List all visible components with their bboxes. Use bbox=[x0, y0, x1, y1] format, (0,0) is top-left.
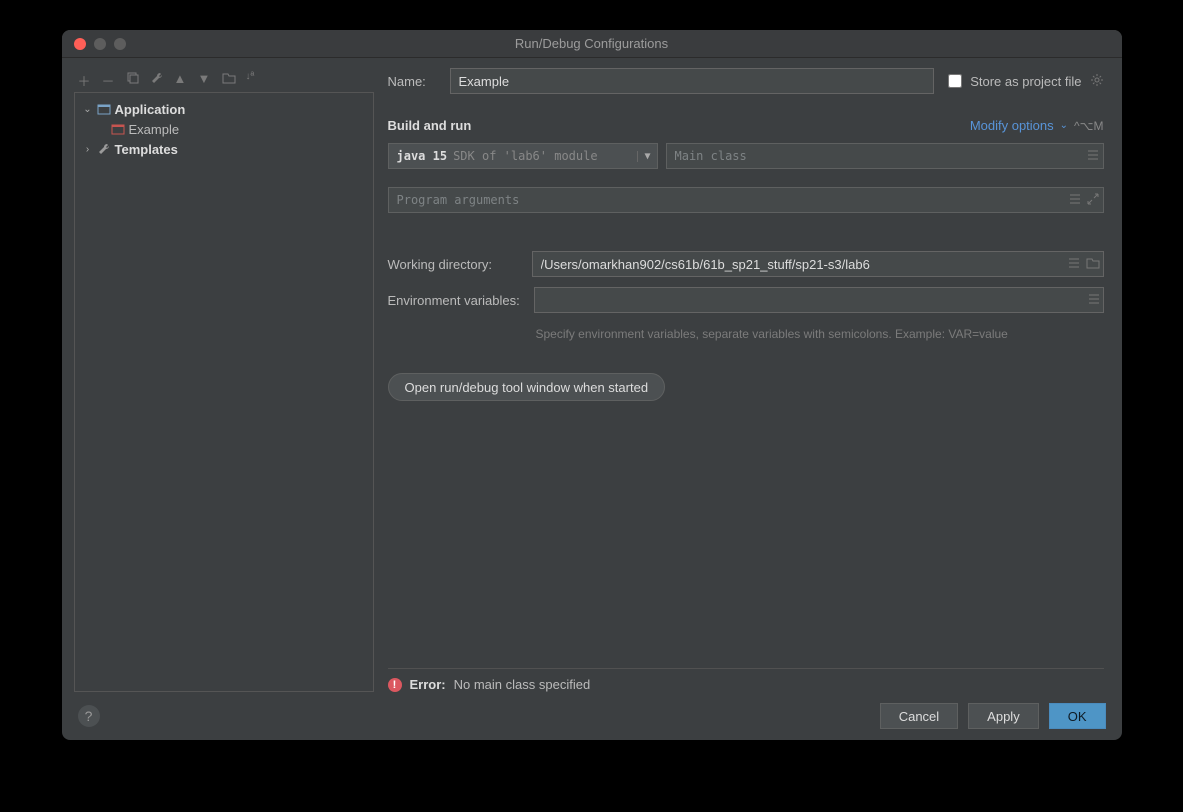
chevron-down-icon: ⌄ bbox=[1060, 120, 1068, 131]
list-icon[interactable] bbox=[1069, 193, 1081, 208]
sidebar-toolbar: ＋ － ▲ ▼ ↓ª bbox=[74, 68, 374, 92]
tree-node-application[interactable]: ⌄ Application bbox=[79, 99, 369, 119]
jdk-module: SDK of 'lab6' module bbox=[453, 149, 598, 163]
error-row: ! Error: No main class specified bbox=[388, 668, 1104, 692]
section-title: Build and run bbox=[388, 118, 472, 133]
gear-icon[interactable] bbox=[1090, 73, 1104, 90]
application-icon bbox=[97, 102, 111, 116]
store-checkbox[interactable]: Store as project file bbox=[948, 74, 1081, 89]
sidebar: ＋ － ▲ ▼ ↓ª ⌄ bbox=[74, 68, 374, 692]
add-icon[interactable]: ＋ bbox=[78, 71, 92, 85]
copy-icon[interactable] bbox=[126, 71, 140, 85]
jdk-name: java 15 bbox=[397, 149, 448, 163]
working-dir-input[interactable] bbox=[532, 251, 1104, 277]
modify-label: Modify options bbox=[970, 118, 1054, 133]
open-tool-window-pill[interactable]: Open run/debug tool window when started bbox=[388, 373, 666, 401]
pill-label: Open run/debug tool window when started bbox=[405, 380, 649, 395]
error-prefix: Error: bbox=[410, 677, 446, 692]
working-dir-label: Working directory: bbox=[388, 257, 518, 272]
config-tree[interactable]: ⌄ Application Example › bbox=[74, 92, 374, 692]
build-run-header: Build and run Modify options ⌄ ^⌥M bbox=[388, 118, 1104, 133]
expand-icon[interactable] bbox=[1087, 193, 1099, 208]
dropdown-icon[interactable]: ▼ bbox=[637, 151, 650, 162]
tree-label: Application bbox=[115, 102, 245, 117]
name-label: Name: bbox=[388, 74, 436, 89]
titlebar: Run/Debug Configurations bbox=[62, 30, 1122, 58]
main-panel: Name: Store as project file Build and ru… bbox=[388, 68, 1110, 692]
env-input[interactable] bbox=[534, 287, 1104, 313]
apply-button[interactable]: Apply bbox=[968, 703, 1039, 729]
program-args-placeholder: Program arguments bbox=[397, 193, 520, 207]
tree-label: Templates bbox=[115, 142, 245, 157]
store-wrapper: Store as project file bbox=[948, 73, 1103, 90]
main-class-input[interactable]: Main class bbox=[666, 143, 1104, 169]
window-title: Run/Debug Configurations bbox=[62, 36, 1122, 51]
footer: ? Cancel Apply OK bbox=[62, 692, 1122, 740]
store-checkbox-input[interactable] bbox=[948, 74, 962, 88]
jdk-selector[interactable]: java 15 SDK of 'lab6' module ▼ bbox=[388, 143, 658, 169]
folder-icon[interactable] bbox=[222, 71, 236, 85]
modify-options-link[interactable]: Modify options ⌄ ^⌥M bbox=[970, 118, 1104, 133]
dialog-window: Run/Debug Configurations ＋ － ▲ ▼ ↓ª bbox=[62, 30, 1122, 740]
name-row: Name: Store as project file bbox=[388, 68, 1104, 94]
store-label: Store as project file bbox=[970, 74, 1081, 89]
error-message: No main class specified bbox=[454, 677, 591, 692]
name-input[interactable] bbox=[450, 68, 935, 94]
chevron-down-icon[interactable]: ⌄ bbox=[83, 104, 93, 115]
jdk-mainclass-row: java 15 SDK of 'lab6' module ▼ Main clas… bbox=[388, 143, 1104, 169]
ok-button[interactable]: OK bbox=[1049, 703, 1106, 729]
tree-node-example[interactable]: Example bbox=[79, 119, 369, 139]
help-button[interactable]: ? bbox=[78, 705, 100, 727]
remove-icon[interactable]: － bbox=[102, 71, 116, 85]
tree-label: Example bbox=[129, 122, 259, 137]
env-hint: Specify environment variables, separate … bbox=[536, 327, 1104, 341]
dialog-body: ＋ － ▲ ▼ ↓ª ⌄ bbox=[62, 58, 1122, 692]
list-icon[interactable] bbox=[1088, 293, 1100, 308]
sort-icon[interactable]: ↓ª bbox=[246, 71, 260, 85]
list-icon[interactable] bbox=[1068, 257, 1080, 272]
wrench-icon[interactable] bbox=[150, 71, 164, 85]
env-label: Environment variables: bbox=[388, 293, 520, 308]
chevron-right-icon[interactable]: › bbox=[83, 144, 93, 155]
move-down-icon[interactable]: ▼ bbox=[198, 71, 212, 85]
working-dir-row: Working directory: bbox=[388, 251, 1104, 277]
env-row: Environment variables: bbox=[388, 287, 1104, 313]
shortcut-hint: ^⌥M bbox=[1074, 119, 1103, 133]
list-icon[interactable] bbox=[1087, 149, 1099, 164]
run-config-icon bbox=[111, 122, 125, 136]
tree-node-templates[interactable]: › Templates bbox=[79, 139, 369, 159]
error-icon: ! bbox=[388, 678, 402, 692]
wrench-icon bbox=[97, 142, 111, 156]
folder-icon[interactable] bbox=[1086, 257, 1100, 272]
program-args-input[interactable]: Program arguments bbox=[388, 187, 1104, 213]
main-class-placeholder: Main class bbox=[675, 149, 747, 163]
cancel-button[interactable]: Cancel bbox=[880, 703, 958, 729]
move-up-icon[interactable]: ▲ bbox=[174, 71, 188, 85]
